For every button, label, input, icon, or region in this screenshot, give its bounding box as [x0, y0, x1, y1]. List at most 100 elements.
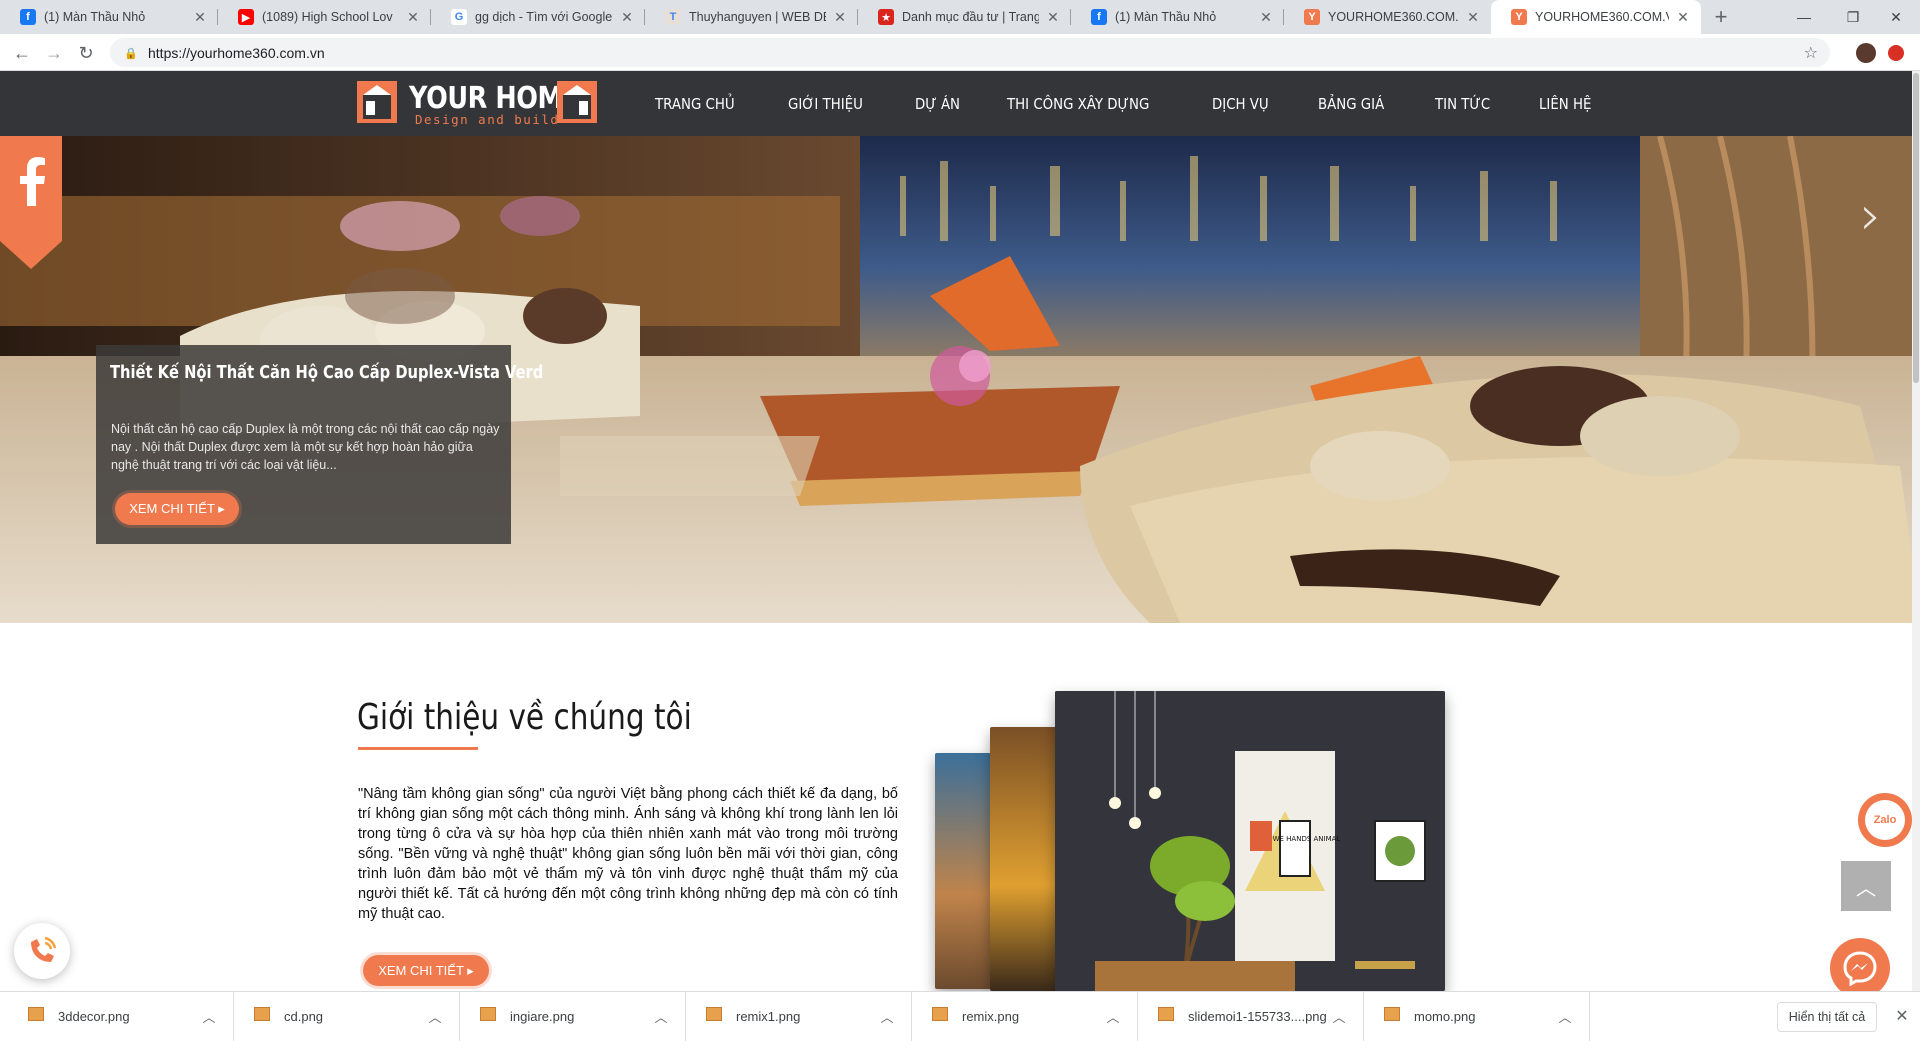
tab-close-icon[interactable]: ✕ [1675, 9, 1691, 26]
download-options-chevron-icon[interactable]: ︿ [651, 1007, 671, 1026]
download-options-chevron-icon[interactable]: ︿ [1555, 1007, 1575, 1026]
download-item[interactable]: remix.png ︿ [912, 992, 1138, 1041]
extension-red-icon[interactable] [1888, 45, 1904, 61]
hero-text: Nội thất căn hộ cao cấp Duplex là một tr… [111, 422, 500, 472]
download-filename: ingiare.png [510, 1009, 575, 1024]
tab-title: gg dịch - Tìm với Google [475, 10, 613, 24]
facebook-icon: f [1091, 9, 1107, 25]
hero-details-button[interactable]: XEM CHI TIẾT ▸ [115, 493, 239, 525]
browser-tab[interactable]: T Thuyhanguyen | WEB DESIG ✕ [645, 0, 858, 34]
youtube-icon: ▶ [238, 9, 254, 25]
nav-item[interactable]: DỊCH VỤ [1212, 95, 1269, 113]
bookmark-star-icon[interactable]: ☆ [1804, 43, 1818, 63]
download-options-chevron-icon[interactable]: ︿ [1329, 1007, 1349, 1026]
forward-icon[interactable]: → [42, 41, 66, 65]
yourhome-icon: Y [1304, 9, 1320, 25]
phone-icon [31, 936, 57, 962]
tab-close-icon[interactable]: ✕ [1258, 9, 1274, 26]
download-options-chevron-icon[interactable]: ︿ [199, 1007, 219, 1026]
show-all-downloads-button[interactable]: Hiển thị tất cả [1777, 1002, 1877, 1032]
tab-close-icon[interactable]: ✕ [192, 9, 208, 26]
browser-tab[interactable]: Ggg dịch - Tìm với Google ✕ [431, 0, 645, 34]
kitchen-scene-image: WHAT WE HANDS ANIMAL [1055, 691, 1445, 991]
zalo-chat-button[interactable]: Zalo [1858, 793, 1912, 847]
messenger-button[interactable] [1830, 938, 1890, 991]
nav-item[interactable]: GIỚI THIỆU [788, 95, 863, 113]
close-downloads-icon[interactable]: ✕ [1890, 1004, 1914, 1028]
about-details-button[interactable]: XEM CHI TIẾT ▸ [363, 955, 489, 986]
zalo-label: Zalo [1865, 800, 1905, 840]
url-text: https://yourhome360.com.vn [148, 44, 325, 61]
tab-title: YOURHOME360.COM.VN [1328, 10, 1459, 24]
download-item[interactable]: momo.png ︿ [1364, 992, 1590, 1041]
tab-close-icon[interactable]: ✕ [405, 9, 421, 26]
vn-flag-icon: ★ [878, 9, 894, 25]
image-file-icon [28, 1006, 44, 1021]
nav-item[interactable]: TRANG CHỦ [655, 95, 735, 113]
logo-mark-left-icon [357, 81, 397, 123]
nav-item[interactable]: BẢNG GIÁ [1318, 95, 1384, 113]
close-window-button[interactable]: ✕ [1872, 0, 1920, 34]
download-item[interactable]: remix1.png ︿ [686, 992, 912, 1041]
download-options-chevron-icon[interactable]: ︿ [425, 1007, 445, 1026]
browser-toolbar: ← → ↻ 🔒 https://yourhome360.com.vn ☆ [0, 34, 1920, 71]
download-item[interactable]: cd.png ︿ [234, 992, 460, 1041]
minimize-button[interactable]: — [1776, 0, 1832, 34]
nav-item[interactable]: DỰ ÁN [915, 95, 960, 113]
collage-photo-kitchen: WHAT WE HANDS ANIMAL [1055, 691, 1445, 991]
nav-item[interactable]: THI CÔNG XÂY DỰNG [1007, 95, 1149, 113]
scroll-to-top-button[interactable]: ︿ [1841, 861, 1891, 911]
nav-item[interactable]: LIÊN HỆ [1539, 95, 1591, 113]
image-file-icon [1158, 1006, 1174, 1021]
download-options-chevron-icon[interactable]: ︿ [1103, 1007, 1123, 1026]
image-file-icon [1384, 1006, 1400, 1021]
tab-close-icon[interactable]: ✕ [832, 9, 848, 26]
browser-tab[interactable]: Y YOURHOME360.COM.VN ✕ [1284, 0, 1491, 34]
hero-slider: ‹ › Thiết Kế Nội Thất Căn Hộ Cao Cấp Dup… [0, 136, 1920, 623]
tab-close-icon[interactable]: ✕ [619, 9, 635, 26]
browser-tab[interactable]: ▶ (1089) High School Lov ✕ [218, 0, 431, 34]
nav-item[interactable]: TIN TỨC [1435, 95, 1490, 113]
image-file-icon [254, 1006, 270, 1021]
new-tab-button[interactable]: + [1706, 0, 1736, 34]
page-icon: T [665, 9, 681, 25]
facebook-ribbon-icon[interactable] [0, 136, 62, 269]
tab-title: YOURHOME360.COM.VN [1535, 10, 1669, 24]
logo-mark-right-icon [557, 81, 597, 123]
page-viewport: YOUR HOME Design and build TRANG CHỦ GIỚI… [0, 71, 1920, 991]
messenger-icon [1843, 951, 1877, 986]
browser-tab[interactable]: Y YOURHOME360.COM.VN ✕ [1491, 0, 1701, 34]
download-options-chevron-icon[interactable]: ︿ [877, 1007, 897, 1026]
reload-icon[interactable]: ↻ [74, 41, 98, 65]
download-filename: momo.png [1414, 1009, 1476, 1024]
extension-icon[interactable] [1856, 43, 1876, 63]
tab-title: Danh mục đầu tư | Trang w [902, 10, 1039, 24]
site-logo[interactable]: YOUR HOME Design and build [357, 81, 600, 127]
download-filename: slidemoi1-155733....png [1188, 1009, 1327, 1024]
facebook-icon: f [20, 9, 36, 25]
download-item[interactable]: ingiare.png ︿ [460, 992, 686, 1041]
logo-tagline: Design and build [415, 112, 560, 127]
about-title-underline [358, 747, 478, 750]
collage-photo-lounge [990, 727, 1060, 991]
download-item[interactable]: 3ddecor.png ︿ [8, 992, 234, 1041]
tab-title: (1) Màn Thầu Nhỏ [44, 10, 146, 24]
about-text: "Nâng tầm không gian sống" của người Việ… [358, 786, 898, 922]
image-file-icon [706, 1006, 722, 1021]
back-icon[interactable]: ← [10, 41, 34, 65]
browser-tab[interactable]: f (1) Màn Thầu Nhỏ ✕ [0, 0, 218, 34]
tab-close-icon[interactable]: ✕ [1465, 9, 1481, 26]
address-bar[interactable]: 🔒 https://yourhome360.com.vn ☆ [110, 38, 1830, 67]
yourhome-icon: Y [1511, 9, 1527, 25]
tab-close-icon[interactable]: ✕ [1045, 9, 1061, 26]
download-item[interactable]: slidemoi1-155733....png ︿ [1138, 992, 1364, 1041]
main-nav: TRANG CHỦ GIỚI THIỆU DỰ ÁN THI CÔNG XÂY DỰN… [655, 71, 1640, 136]
google-icon: G [451, 9, 467, 25]
slider-next-arrow[interactable]: › [1860, 184, 1882, 247]
browser-tab[interactable]: f (1) Màn Thầu Nhỏ ✕ [1071, 0, 1284, 34]
phone-call-button[interactable] [14, 923, 70, 979]
hero-caption-box: Thiết Kế Nội Thất Căn Hộ Cao Cấp Duplex-… [96, 345, 543, 544]
page-scrollbar-thumb[interactable] [1913, 73, 1919, 383]
downloads-bar: 3ddecor.png ︿ cd.png ︿ ingiare.png ︿ remix1.pn… [0, 991, 1920, 1041]
browser-tab[interactable]: ★ Danh mục đầu tư | Trang w ✕ [858, 0, 1071, 34]
